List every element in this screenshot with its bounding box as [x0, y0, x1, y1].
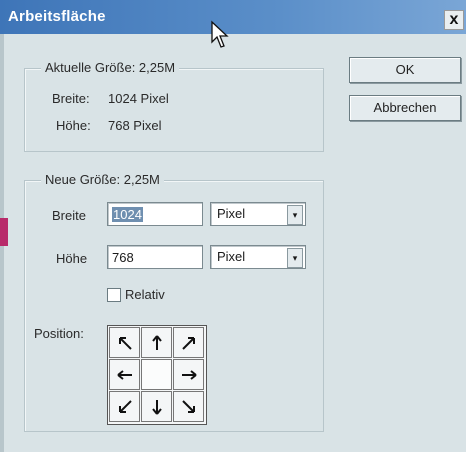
- ok-button[interactable]: OK: [349, 57, 461, 83]
- current-width-value: 1024 Pixel: [108, 91, 169, 106]
- cancel-button[interactable]: Abbrechen: [349, 95, 461, 121]
- current-height-value: 768 Pixel: [108, 118, 162, 133]
- arrow-left-icon: [117, 370, 132, 380]
- width-unit-select[interactable]: Pixel ▾: [210, 202, 306, 226]
- anchor-top-right[interactable]: [173, 327, 204, 358]
- width-input[interactable]: 1024: [107, 202, 203, 226]
- arrow-up-icon: [152, 335, 162, 350]
- arrow-down-icon: [152, 400, 162, 415]
- anchor-bottom[interactable]: [141, 391, 172, 422]
- height-input-value: 768: [112, 250, 134, 265]
- current-size-group: Aktuelle Größe: 2,25M: [24, 60, 324, 152]
- anchor-top[interactable]: [141, 327, 172, 358]
- chevron-down-icon: ▾: [287, 248, 303, 268]
- dialog-title: Arbeitsfläche: [8, 8, 106, 25]
- background-accent: [0, 218, 8, 246]
- height-input[interactable]: 768: [107, 245, 203, 269]
- arrow-up-left-icon: [119, 337, 132, 350]
- position-label: Position:: [34, 326, 84, 341]
- close-button[interactable]: x: [444, 10, 464, 30]
- width-input-value: 1024: [112, 207, 143, 222]
- relative-checkbox[interactable]: [107, 288, 121, 302]
- arrow-down-right-icon: [182, 400, 195, 413]
- height-unit-select[interactable]: Pixel ▾: [210, 245, 306, 269]
- title-bar[interactable]: Arbeitsfläche x: [0, 0, 466, 34]
- arrow-right-icon: [182, 370, 197, 380]
- anchor-bottom-right[interactable]: [173, 391, 204, 422]
- relative-label[interactable]: Relativ: [125, 287, 165, 302]
- arrow-down-left-icon: [119, 400, 132, 413]
- width-unit-value: Pixel: [217, 206, 246, 221]
- anchor-top-left[interactable]: [109, 327, 140, 358]
- new-width-label: Breite: [52, 208, 86, 223]
- anchor-grid: [107, 325, 207, 425]
- new-height-label: Höhe: [56, 251, 88, 266]
- chevron-down-icon: ▾: [287, 205, 303, 225]
- current-size-header: Aktuelle Größe: 2,25M: [41, 60, 180, 75]
- anchor-right[interactable]: [173, 359, 204, 390]
- anchor-bottom-left[interactable]: [109, 391, 140, 422]
- new-size-header: Neue Größe: 2,25M: [41, 172, 164, 187]
- mouse-cursor-icon: [211, 20, 229, 48]
- anchor-left[interactable]: [109, 359, 140, 390]
- arrow-up-right-icon: [182, 337, 195, 350]
- current-width-label: Breite:: [52, 91, 90, 106]
- anchor-center[interactable]: [141, 359, 172, 390]
- current-height-label: Höhe:: [56, 118, 91, 133]
- height-unit-value: Pixel: [217, 249, 246, 264]
